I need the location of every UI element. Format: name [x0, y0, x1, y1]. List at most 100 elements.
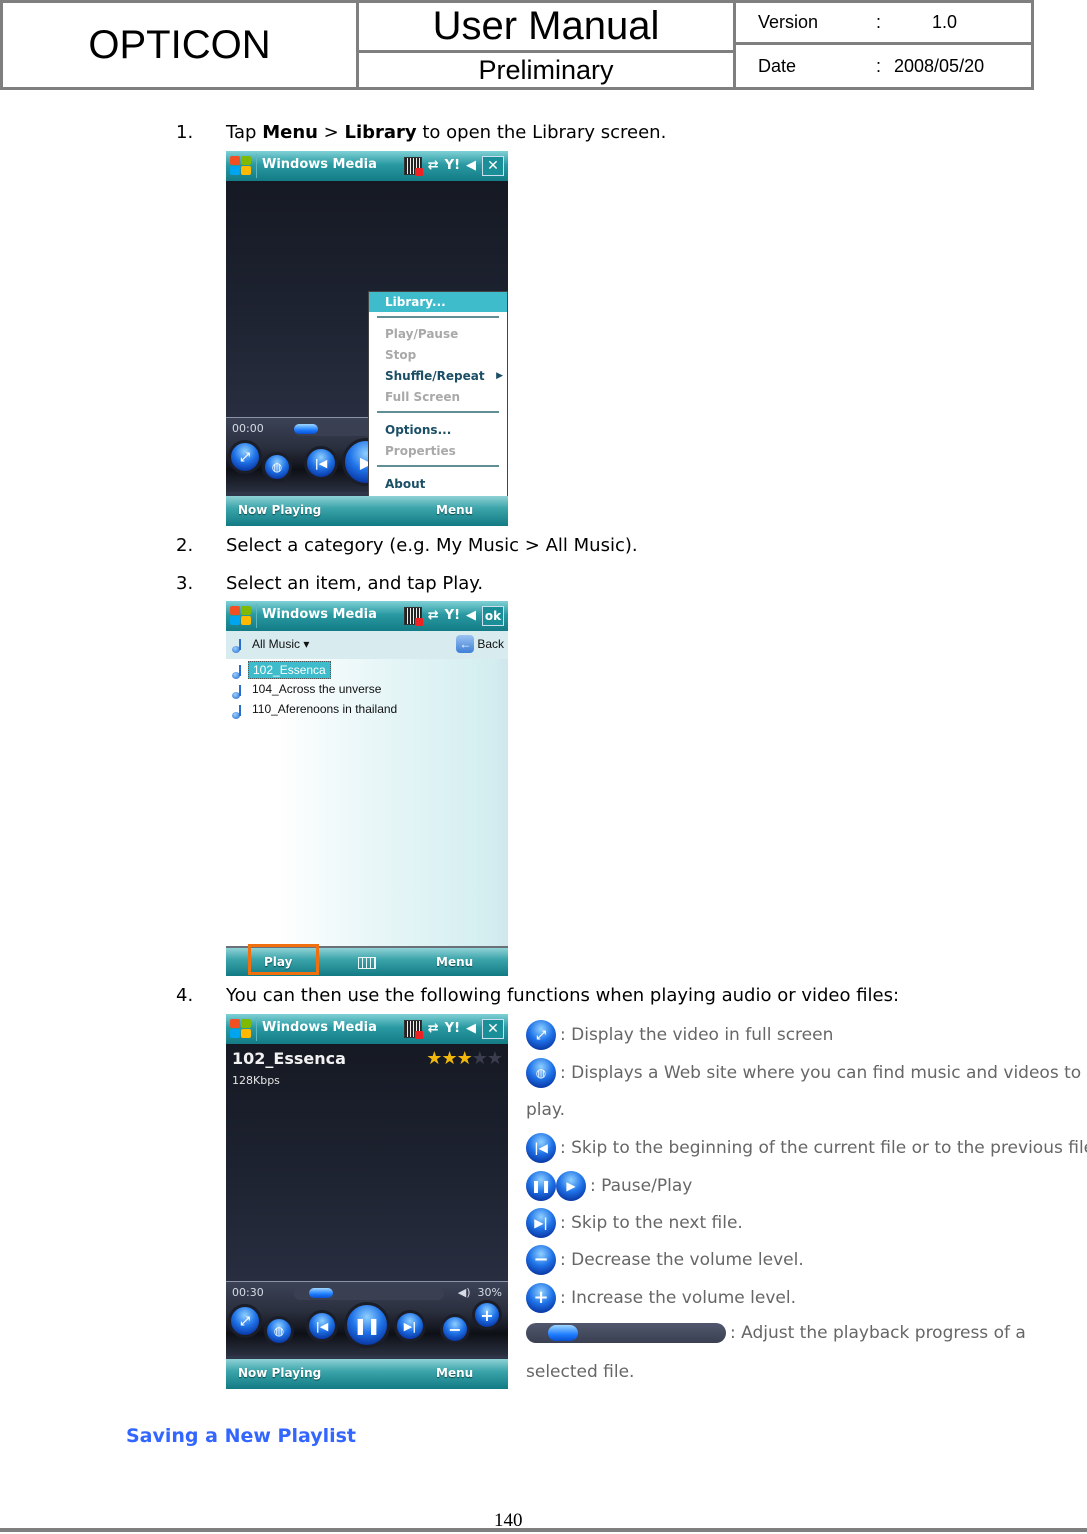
pause-button[interactable]: ❚❚ [344, 1302, 390, 1348]
category-dropdown[interactable]: All Music ▾ [252, 637, 309, 651]
menu-item-label: Stop [385, 348, 417, 362]
legend-text: : Pause/Play [590, 1176, 693, 1196]
volume-level: 30% [477, 1286, 502, 1299]
legend-text: : Decrease the volume level. [560, 1250, 804, 1270]
star-filled-icon[interactable]: ★ [441, 1048, 457, 1069]
document-status: Preliminary [359, 53, 736, 87]
star-filled-icon[interactable]: ★ [457, 1048, 473, 1069]
now-playing-softkey[interactable]: Now Playing [238, 1366, 321, 1380]
globe-icon: ◍ [526, 1058, 556, 1088]
menu-softkey[interactable]: Menu [436, 503, 473, 517]
progress-knob[interactable] [294, 424, 318, 434]
connectivity-icon: ⇄ [427, 608, 439, 623]
connectivity-icon: ⇄ [427, 158, 439, 173]
close-button[interactable]: ✕ [482, 1019, 504, 1039]
progress-knob[interactable] [309, 1288, 333, 1298]
version-label: Version [758, 12, 819, 32]
library-item[interactable]: 102_Essenca [226, 660, 508, 680]
legend-text: : Display the video in full screen [560, 1025, 834, 1045]
volume-up-button[interactable]: + [472, 1300, 502, 1330]
legend-progress: : Adjust the playback progress of a [526, 1323, 1026, 1343]
windows-start-icon[interactable] [230, 606, 252, 626]
step-text: Tap Menu > Library to open the Library s… [226, 122, 666, 143]
track-bitrate: 128Kbps [232, 1074, 280, 1087]
now-playing-softkey[interactable]: Now Playing [238, 503, 321, 517]
star-empty-icon[interactable]: ★ [472, 1048, 488, 1069]
windows-start-icon[interactable] [230, 1019, 252, 1039]
menu-item-options[interactable]: Options... [369, 420, 507, 440]
date-separator: : [876, 55, 882, 76]
play-highlight-box [248, 944, 319, 975]
menu-softkey[interactable]: Menu [436, 1366, 473, 1380]
globe-button[interactable]: ◍ [264, 1316, 294, 1346]
ok-button[interactable]: ok [482, 606, 504, 626]
menu-item-label: Library... [385, 295, 446, 309]
legend-progress-continued: selected file. [526, 1362, 634, 1382]
legend-volume-down: −: Decrease the volume level. [526, 1245, 804, 1275]
menu-item-about[interactable]: About [369, 474, 507, 494]
library-item[interactable]: 110_Aferenoons in thailand [226, 700, 508, 720]
title-bar: Windows Media ⇄ Y! ◀︎ ✕ [226, 151, 508, 181]
legend-text: : Increase the volume level. [560, 1288, 796, 1308]
menu-item-full-screen[interactable]: Full Screen [369, 387, 507, 407]
signal-icon: Y! [444, 608, 460, 623]
menu-item-play-pause[interactable]: Play/Pause [369, 324, 507, 344]
barcode-icon [403, 157, 423, 176]
brand-name: OPTICON [3, 3, 359, 87]
next-button[interactable]: ▶| [394, 1310, 426, 1342]
music-note-icon [232, 665, 244, 679]
date-cell: Date : 2008/05/20 [736, 45, 1031, 87]
back-label: Back [477, 637, 504, 651]
progress-track[interactable] [294, 1288, 444, 1300]
app-title: Windows Media [262, 607, 377, 622]
fullscreen-icon: ⤢ [526, 1020, 556, 1050]
volume-down-button[interactable]: − [440, 1314, 470, 1344]
menu-separator [377, 316, 499, 318]
back-button[interactable]: ← Back [456, 635, 504, 653]
soft-key-bar: Now Playing Menu [226, 1359, 508, 1389]
star-empty-icon[interactable]: ★ [487, 1048, 503, 1069]
menu-term: Menu [262, 122, 318, 143]
menu-item-shuffle-repeat[interactable]: Shuffle/Repeat ▶ [369, 366, 507, 386]
menu-separator [377, 411, 499, 413]
volume-icon: ◀︎ [466, 608, 476, 623]
menu-softkey[interactable]: Menu [436, 955, 473, 969]
footer-divider [0, 1528, 1087, 1532]
rating-stars[interactable]: ★★★★★ [426, 1048, 503, 1069]
menu-item-stop[interactable]: Stop [369, 345, 507, 365]
menu-item-label: Play/Pause [385, 327, 459, 341]
star-filled-icon[interactable]: ★ [426, 1048, 442, 1069]
previous-icon[interactable]: |◀ [304, 446, 338, 480]
menu-item-properties[interactable]: Properties [369, 441, 507, 461]
back-arrow-icon: ← [456, 635, 475, 653]
globe-icon[interactable]: ◍ [262, 452, 292, 482]
volume-up-icon: + [526, 1283, 556, 1313]
screenshot-now-playing: Windows Media ⇄ Y! ◀︎ ✕ 102_Essenca 128K… [226, 1014, 508, 1389]
volume-readout: ◀) 30% [458, 1286, 502, 1299]
legend-text: selected file. [526, 1362, 635, 1382]
menu-item-library[interactable]: Library... [369, 292, 507, 312]
keyboard-icon[interactable] [358, 957, 376, 969]
library-item[interactable]: 104_Across the unverse [226, 680, 508, 700]
windows-start-icon[interactable] [230, 156, 252, 176]
legend-text: : Skip to the next file. [560, 1213, 743, 1233]
status-icons: ⇄ Y! ◀︎ ✕ [403, 155, 504, 177]
volume-icon: ◀︎ [466, 158, 476, 173]
screenshot-menu: Windows Media ⇄ Y! ◀︎ ✕ 00:00 ⤢ ◍ |◀ ▶ L… [226, 151, 508, 526]
previous-button[interactable]: |◀ [306, 1310, 338, 1342]
version-separator: : [876, 12, 882, 32]
fullscreen-button[interactable]: ⤢ [228, 1304, 262, 1338]
status-icons: ⇄ Y! ◀︎ ok [403, 605, 504, 627]
legend-previous: |◀: Skip to the beginning of the current… [526, 1133, 1087, 1163]
date-value: 2008/05/20 [894, 55, 985, 76]
title-separator [256, 154, 257, 178]
legend-text: : Displays a Web site where you can find… [560, 1063, 1082, 1083]
library-item-label: 102_Essenca [248, 661, 331, 679]
document-header: OPTICON User Manual Preliminary Version … [0, 0, 1034, 90]
slider-knob [548, 1325, 578, 1341]
library-item-label: 110_Aferenoons in thailand [252, 702, 398, 716]
screenshot-library: Windows Media ⇄ Y! ◀︎ ok All Music ▾ ← B… [226, 601, 508, 976]
fullscreen-icon[interactable]: ⤢ [228, 440, 262, 474]
legend-text: : Skip to the beginning of the current f… [560, 1138, 1087, 1158]
close-button[interactable]: ✕ [482, 156, 504, 176]
